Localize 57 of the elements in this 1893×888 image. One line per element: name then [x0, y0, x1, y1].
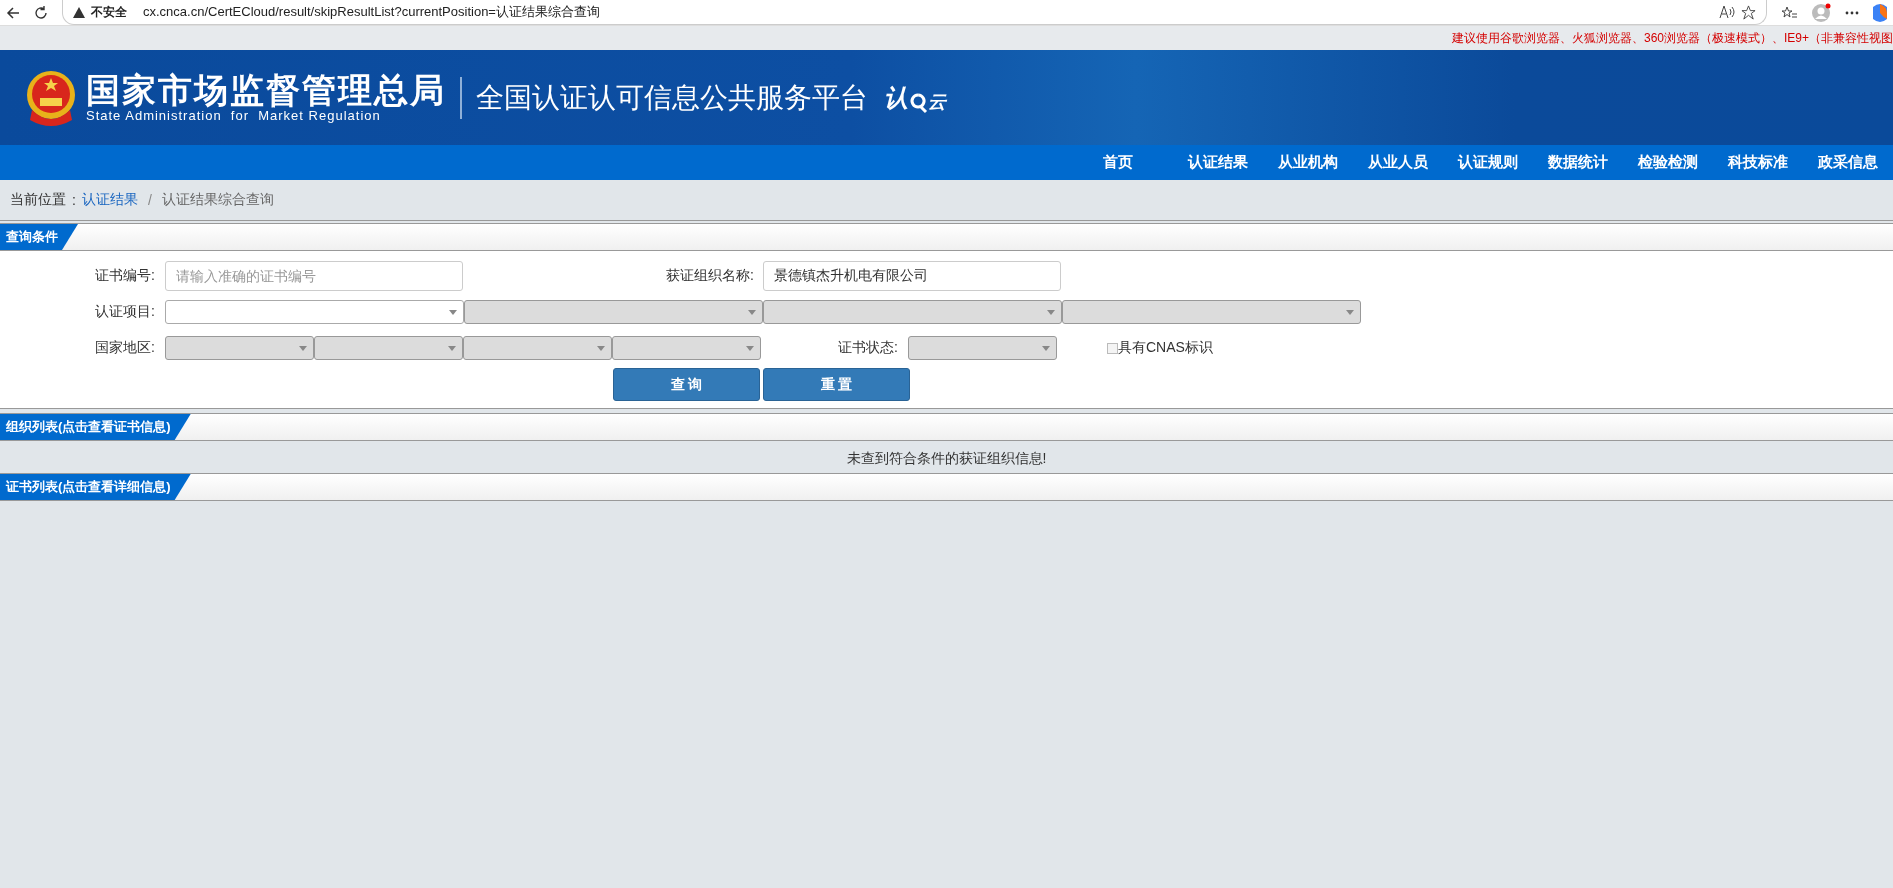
emblem-icon	[26, 69, 76, 126]
warning-icon	[73, 6, 85, 18]
nav-link[interactable]: 数据统计	[1533, 153, 1623, 172]
nav-link[interactable]: 从业人员	[1353, 153, 1443, 172]
breadcrumb-current: 认证结果综合查询	[161, 191, 274, 209]
nav-link[interactable]: 科技标准	[1713, 153, 1803, 172]
empty-message: 未查到符合条件的获证组织信息!	[846, 450, 1047, 468]
agency-title: 国家市场监督管理总局	[86, 72, 446, 108]
breadcrumb-link[interactable]: 认证结果	[81, 191, 138, 209]
caret-icon	[746, 345, 754, 351]
cloud-logo: 认 云	[884, 82, 946, 114]
caret-icon	[1047, 309, 1055, 315]
field-label: 认证项目:	[94, 303, 156, 321]
profile-icon[interactable]	[1811, 2, 1831, 23]
nav-link[interactable]: 认证规则	[1443, 153, 1533, 172]
caret-icon	[448, 345, 456, 351]
nav-link[interactable]: 从业机构	[1263, 153, 1353, 172]
field-label: 国家地区:	[94, 339, 156, 357]
checkbox[interactable]	[1107, 342, 1118, 354]
back-icon[interactable]	[6, 5, 20, 20]
caret-icon	[597, 345, 605, 351]
agency-english-title: State Administration for Market Regulation	[86, 108, 382, 123]
nav-link[interactable]: 认证结果	[1173, 153, 1263, 172]
section-title: 证书列表(点击查看详细信息)	[0, 474, 191, 500]
url-text: cx.cnca.cn/CertECloud/result/skipResultList?currentPosition=认证结果综合查询	[143, 3, 600, 21]
input-field[interactable]: 景德镇杰升机电有限公司	[763, 261, 1061, 291]
caret-icon	[1042, 345, 1050, 351]
caret-icon	[1346, 309, 1354, 315]
breadcrumb-label: 当前位置	[10, 191, 66, 209]
form-button[interactable]: 查 询	[613, 368, 760, 401]
caret-icon	[748, 309, 756, 315]
star-icon[interactable]	[1741, 4, 1756, 20]
browser-notice: 建议使用谷歌浏览器、火狐浏览器、360浏览器（极速模式）、IE9+（非兼容性视图	[1451, 29, 1893, 47]
field-label: 证书编号:	[94, 267, 156, 285]
checkbox-label: 具有CNAS标识	[1118, 339, 1213, 357]
form-button[interactable]: 重 置	[763, 368, 910, 401]
breadcrumb-colon: :	[72, 192, 76, 208]
copilot-icon[interactable]	[1873, 3, 1887, 22]
input-field[interactable]: 请输入准确的证书编号	[165, 261, 463, 291]
address-bar[interactable]: 不安全 cx.cnca.cn/CertECloud/result/skipResultList?currentPosition=认证结果综合查询	[62, 0, 1767, 25]
read-aloud-icon[interactable]	[1719, 5, 1735, 19]
caret-icon	[449, 309, 457, 315]
nav-link[interactable]: 政采信息	[1803, 153, 1893, 172]
favorites-icon[interactable]	[1781, 5, 1797, 20]
breadcrumb-divider: /	[147, 192, 152, 208]
platform-title: 全国认证认可信息公共服务平台	[476, 80, 868, 115]
nav-link[interactable]: 检验检测	[1623, 153, 1713, 172]
dropdown[interactable]	[165, 300, 464, 324]
nav-link[interactable]: 首页	[1063, 153, 1173, 172]
section-title: 组织列表(点击查看证书信息)	[0, 414, 191, 440]
security-label: 不安全	[91, 3, 127, 21]
refresh-icon[interactable]	[34, 5, 48, 20]
field-label: 获证组织名称:	[665, 267, 755, 285]
caret-icon	[299, 345, 307, 351]
more-icon[interactable]	[1845, 10, 1859, 15]
field-label: 证书状态:	[837, 339, 899, 357]
section-title: 查询条件	[0, 224, 78, 250]
